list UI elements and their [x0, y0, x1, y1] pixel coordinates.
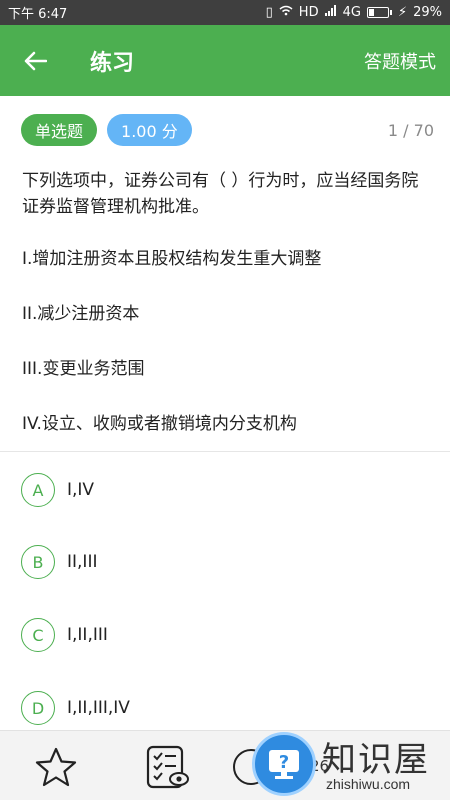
option-text: I,II,III,IV	[67, 698, 130, 718]
option-letter: B	[21, 545, 55, 579]
checklist-eye-icon	[146, 745, 189, 789]
statement-2: II.减少注册资本	[22, 304, 140, 324]
star-icon	[35, 747, 77, 787]
signal-label: 4G	[342, 5, 361, 20]
vibrate-icon: ▯	[265, 5, 273, 20]
watermark: ? 知识屋 zhishiwu.com	[250, 732, 450, 800]
status-indicators: ▯ HD 4G ⚡ 29%	[266, 5, 442, 20]
charging-icon: ⚡	[397, 5, 408, 20]
page-title: 练习	[90, 50, 135, 76]
option-letter: A	[21, 473, 55, 507]
app-header: 练习 答题模式	[0, 25, 450, 96]
option-letter: C	[21, 618, 55, 652]
back-button[interactable]	[0, 25, 70, 96]
svg-text:?: ?	[279, 752, 289, 773]
option-c[interactable]: C I,II,III	[21, 617, 430, 653]
watermark-url: zhishiwu.com	[326, 776, 411, 792]
statement-3: III.变更业务范围	[22, 359, 145, 379]
statement-1: I.增加注册资本且股权结构发生重大调整	[22, 249, 322, 269]
option-a[interactable]: A I,IV	[21, 472, 430, 508]
status-time: 下午 6:47	[8, 7, 68, 22]
question-progress: 1 / 70	[387, 120, 434, 140]
statement-4: IV.设立、收购或者撤销境内分支机构	[22, 414, 297, 434]
battery-icon	[366, 7, 389, 18]
question-meta: 单选题 1.00 分 1 / 70	[21, 113, 434, 147]
option-text: I,II,III	[67, 625, 108, 645]
option-d[interactable]: D I,II,III,IV	[21, 690, 430, 726]
battery-level: 29%	[413, 5, 442, 20]
battery-cap	[389, 10, 392, 15]
option-letter: D	[21, 691, 55, 725]
score-badge: 1.00 分	[107, 114, 192, 146]
divider	[0, 451, 450, 452]
wifi-icon	[279, 5, 293, 20]
answer-mode-button[interactable]: 答题模式	[364, 48, 436, 74]
watermark-title: 知识屋	[322, 740, 430, 780]
option-text: II,III	[67, 552, 98, 572]
status-bar: 下午 6:47 ▯ HD 4G ⚡ 29%	[0, 0, 450, 25]
watermark-logo-icon: ?	[252, 732, 316, 796]
option-text: I,IV	[67, 480, 95, 500]
question-text: 下列选项中，证券公司有（ ）行为时，应当经国务院证券监督管理机构批准。	[22, 171, 419, 217]
option-b[interactable]: B II,III	[21, 544, 430, 580]
network-label: HD	[298, 5, 319, 20]
answer-sheet-button[interactable]	[145, 745, 191, 789]
signal-icon	[324, 5, 337, 20]
back-arrow-icon	[24, 51, 47, 70]
favorite-button[interactable]	[33, 745, 79, 789]
question-type-badge: 单选题	[21, 114, 98, 146]
